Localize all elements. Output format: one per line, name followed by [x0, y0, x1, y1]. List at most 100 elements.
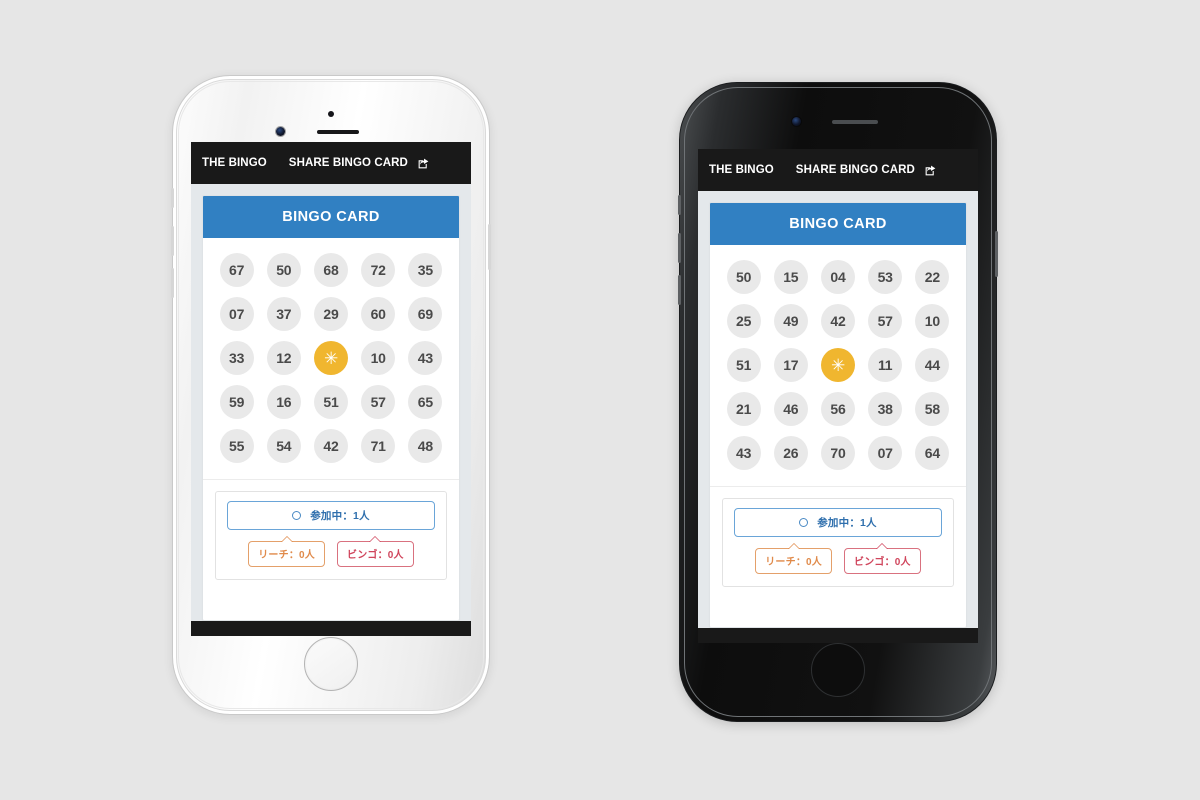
bingo-cell[interactable]: 12 — [266, 341, 301, 375]
bingo-cell[interactable]: 46 — [773, 392, 808, 426]
power-button[interactable] — [488, 224, 491, 270]
bingo-cell[interactable]: 07 — [219, 297, 254, 331]
mute-switch[interactable] — [171, 188, 174, 208]
bingo-cell[interactable]: 37 — [266, 297, 301, 331]
bingo-cell[interactable]: 64 — [915, 436, 950, 470]
bingo-cell[interactable]: 55 — [219, 429, 254, 463]
bingo-cell[interactable]: 38 — [868, 392, 903, 426]
bingo-cell[interactable]: 50 — [726, 260, 761, 294]
bingo-cell[interactable]: 42 — [820, 304, 855, 338]
bingo-cell[interactable]: 51 — [313, 385, 348, 419]
bingo-cell[interactable]: 57 — [361, 385, 396, 419]
bingo-grid: 50 15 04 53 22 25 49 42 57 10 51 17 ✳ 11 44 21 46 56 38 58 4… — [722, 258, 954, 472]
share-square-icon[interactable] — [924, 164, 937, 177]
bingo-count-badge: ビンゴ：0人 — [337, 536, 414, 567]
bingo-count-badge: ビンゴ：0人 — [844, 543, 921, 574]
bingo-cell[interactable]: 71 — [361, 429, 396, 463]
bingo-cell[interactable]: 17 — [773, 348, 808, 382]
bingo-cell[interactable]: 72 — [361, 253, 396, 287]
bingo-cell[interactable]: 56 — [820, 392, 855, 426]
bingo-cell[interactable]: 10 — [915, 304, 950, 338]
bingo-cell[interactable]: 07 — [868, 436, 903, 470]
share-square-icon[interactable] — [417, 157, 430, 170]
bingo-cell[interactable]: 50 — [266, 253, 301, 287]
bingo-grid-wrapper: 50 15 04 53 22 25 49 42 57 10 51 17 ✳ 11 44 21 46 56 38 58 4… — [710, 245, 966, 487]
bingo-cell[interactable]: 57 — [868, 304, 903, 338]
share-bingo-card-link[interactable]: SHARE BINGO CARD — [289, 157, 408, 169]
earpiece-speaker — [832, 120, 878, 124]
bingo-cell[interactable]: 35 — [408, 253, 443, 287]
power-button[interactable] — [995, 231, 998, 277]
participants-label: 参加中：1人 — [310, 510, 370, 522]
mute-switch[interactable] — [678, 195, 681, 215]
bingo-cell[interactable]: 43 — [408, 341, 443, 375]
bingo-cell[interactable]: 60 — [361, 297, 396, 331]
bingo-cell[interactable]: 58 — [915, 392, 950, 426]
earpiece-speaker — [317, 130, 359, 134]
bingo-cell[interactable]: 25 — [726, 304, 761, 338]
bingo-grid: 67 50 68 72 35 07 37 29 60 69 33 12 ✳ 10 43 59 16 51 57 65 5… — [215, 251, 447, 465]
badge-row: リーチ：0人 ビンゴ：0人 — [734, 543, 942, 574]
phone-screen-white: THE BINGO SHARE BINGO CARD BINGO CARD 67… — [191, 142, 471, 636]
circle-spinner-icon — [799, 518, 809, 527]
bingo-cell[interactable]: 69 — [408, 297, 443, 331]
bingo-cell[interactable]: 51 — [726, 348, 761, 382]
participants-status-button[interactable]: 参加中：1人 — [734, 508, 942, 537]
circle-spinner-icon — [292, 511, 302, 520]
bingo-cell[interactable]: 29 — [313, 297, 348, 331]
status-box: 参加中：1人 リーチ：0人 ビンゴ：0人 — [215, 491, 447, 580]
bingo-cell[interactable]: 22 — [915, 260, 950, 294]
bingo-cell-free[interactable]: ✳ — [820, 348, 855, 382]
bingo-cell[interactable]: 04 — [820, 260, 855, 294]
bingo-cell[interactable]: 70 — [820, 436, 855, 470]
share-bingo-card-link[interactable]: SHARE BINGO CARD — [796, 164, 915, 176]
volume-up-button[interactable] — [171, 226, 174, 256]
bingo-cell[interactable]: 54 — [266, 429, 301, 463]
bingo-card-panel: BINGO CARD 67 50 68 72 35 07 37 29 60 69 33 12 ✳ 10 43… — [202, 195, 460, 621]
volume-up-button[interactable] — [678, 233, 681, 263]
page-body: BINGO CARD 67 50 68 72 35 07 37 29 60 69 33 12 ✳ 10 43… — [191, 184, 471, 621]
participants-status-button[interactable]: 参加中：1人 — [227, 501, 435, 530]
screenshot-canvas: THE BINGO SHARE BINGO CARD BINGO CARD 67… — [0, 0, 1200, 800]
screen-bottom-strip — [698, 628, 978, 643]
app-brand-title: THE BINGO — [202, 157, 267, 169]
bingo-cell-free[interactable]: ✳ — [313, 341, 348, 375]
bingo-cell[interactable]: 44 — [915, 348, 950, 382]
bingo-card-panel: BINGO CARD 50 15 04 53 22 25 49 42 57 10 51 17 ✳ 11 44… — [709, 202, 967, 628]
phone-device-white: THE BINGO SHARE BINGO CARD BINGO CARD 67… — [171, 75, 491, 715]
bingo-cell[interactable]: 15 — [773, 260, 808, 294]
bingo-cell[interactable]: 48 — [408, 429, 443, 463]
front-camera-icon — [792, 117, 801, 126]
bingo-cell[interactable]: 43 — [726, 436, 761, 470]
phone-device-black: THE BINGO SHARE BINGO CARD BINGO CARD 50… — [678, 82, 998, 722]
bingo-cell[interactable]: 59 — [219, 385, 254, 419]
badge-row: リーチ：0人 ビンゴ：0人 — [227, 536, 435, 567]
status-area: 参加中：1人 リーチ：0人 ビンゴ：0人 — [710, 487, 966, 599]
bingo-cell[interactable]: 49 — [773, 304, 808, 338]
reach-count-badge: リーチ：0人 — [755, 543, 832, 574]
bingo-cell[interactable]: 53 — [868, 260, 903, 294]
bingo-cell[interactable]: 21 — [726, 392, 761, 426]
participants-label: 参加中：1人 — [817, 517, 877, 529]
bingo-cell[interactable]: 26 — [773, 436, 808, 470]
proximity-sensor-dot — [328, 111, 334, 117]
bingo-cell[interactable]: 11 — [868, 348, 903, 382]
reach-count-badge: リーチ：0人 — [248, 536, 325, 567]
status-area: 参加中：1人 リーチ：0人 ビンゴ：0人 — [203, 480, 459, 592]
bingo-cell[interactable]: 16 — [266, 385, 301, 419]
app-navbar: THE BINGO SHARE BINGO CARD — [698, 149, 978, 191]
bingo-cell[interactable]: 67 — [219, 253, 254, 287]
bingo-cell[interactable]: 68 — [313, 253, 348, 287]
home-button[interactable] — [304, 637, 358, 691]
bingo-cell[interactable]: 33 — [219, 341, 254, 375]
volume-down-button[interactable] — [171, 268, 174, 298]
home-button[interactable] — [811, 643, 865, 697]
bingo-cell[interactable]: 65 — [408, 385, 443, 419]
bingo-cell[interactable]: 42 — [313, 429, 348, 463]
page-body: BINGO CARD 50 15 04 53 22 25 49 42 57 10 51 17 ✳ 11 44… — [698, 191, 978, 628]
front-camera-icon — [276, 127, 285, 136]
bingo-cell[interactable]: 10 — [361, 341, 396, 375]
screen-bottom-strip — [191, 621, 471, 636]
app-brand-title: THE BINGO — [709, 164, 774, 176]
volume-down-button[interactable] — [678, 275, 681, 305]
